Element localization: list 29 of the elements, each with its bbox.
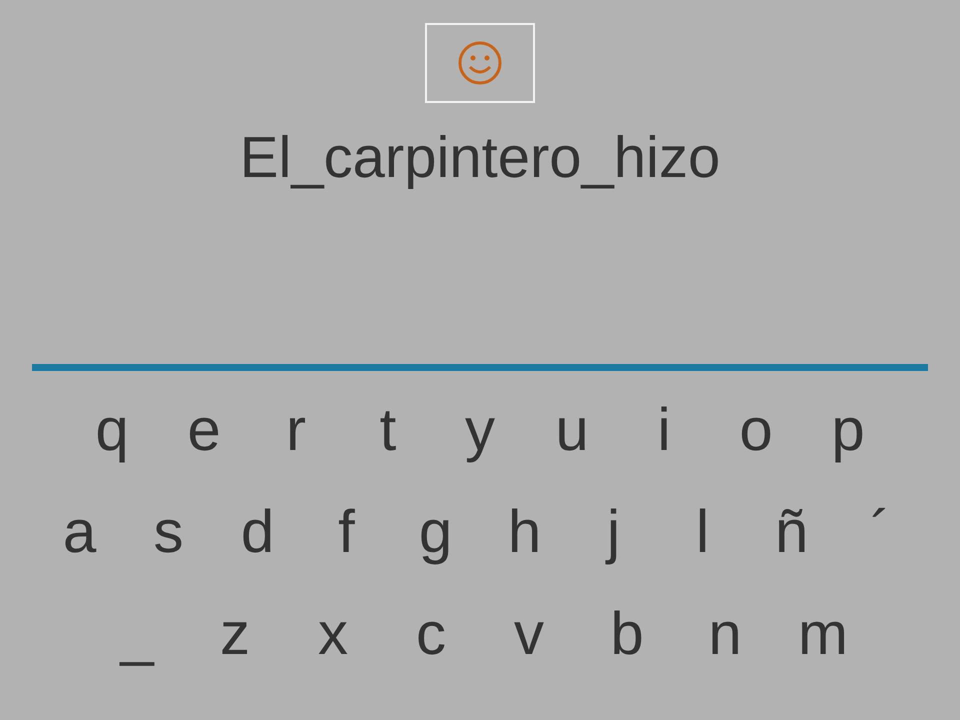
letter-key[interactable]: j <box>569 497 658 567</box>
letter-key[interactable]: s <box>124 497 213 567</box>
letter-key[interactable]: m <box>774 599 872 669</box>
letter-key[interactable]: d <box>213 497 302 567</box>
letter-key[interactable]: v <box>480 599 578 669</box>
letter-key[interactable]: f <box>302 497 391 567</box>
letter-key[interactable]: _ <box>88 599 186 669</box>
letter-key[interactable]: n <box>676 599 774 669</box>
letter-key[interactable]: u <box>526 395 618 465</box>
letter-key[interactable]: l <box>658 497 747 567</box>
letter-key[interactable]: q <box>66 395 158 465</box>
letter-key[interactable]: a <box>35 497 124 567</box>
letter-key[interactable]: y <box>434 395 526 465</box>
letter-key[interactable]: ´ <box>836 497 925 567</box>
smiley-icon <box>457 40 503 86</box>
letter-key[interactable]: b <box>578 599 676 669</box>
letter-key[interactable]: g <box>391 497 480 567</box>
letter-key[interactable]: e <box>158 395 250 465</box>
letter-key[interactable]: p <box>802 395 894 465</box>
letter-key[interactable]: t <box>342 395 434 465</box>
letter-key[interactable]: ñ <box>747 497 836 567</box>
letter-key[interactable]: i <box>618 395 710 465</box>
letter-key[interactable]: z <box>186 599 284 669</box>
puzzle-word: El_carpintero_hizo <box>240 124 720 192</box>
letter-key[interactable]: c <box>382 599 480 669</box>
letter-key[interactable]: h <box>480 497 569 567</box>
letter-key[interactable]: o <box>710 395 802 465</box>
letter-key[interactable]: r <box>250 395 342 465</box>
letter-key[interactable]: x <box>284 599 382 669</box>
